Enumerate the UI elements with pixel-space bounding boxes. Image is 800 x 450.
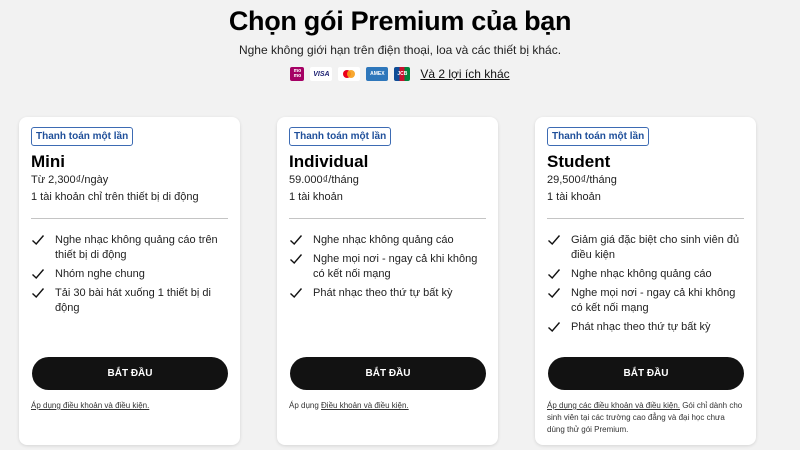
terms-text: Áp dụng các điều khoản và điều kiện. Gói… (547, 400, 744, 436)
feature-item: Nghe nhạc không quảng cáo trên thiết bị … (31, 233, 232, 263)
check-icon (31, 267, 47, 282)
payment-methods: mo mo VISA AMEX JCB Và 2 lợi ích khác (0, 67, 800, 81)
feature-list: Nghe nhạc không quảng cáo Nghe mọi nơi -… (289, 233, 490, 305)
terms-link[interactable]: Điều khoản và điều kiện. (321, 401, 409, 410)
payment-type-badge: Thanh toán một lần (289, 127, 392, 146)
start-button[interactable]: BẮT ĐẦU (548, 357, 744, 390)
plan-accounts: 1 tài khoản (289, 191, 343, 203)
amex-icon: AMEX (366, 67, 389, 81)
check-icon (547, 267, 563, 282)
feature-text: Tải 30 bài hát xuống 1 thiết bị di động (55, 287, 211, 314)
feature-item: Nghe mọi nơi - ngay cả khi không có kết … (289, 252, 490, 282)
payment-type-badge: Thanh toán một lần (31, 127, 134, 146)
more-benefits-link[interactable]: Và 2 lợi ích khác (420, 67, 509, 81)
plan-accounts: 1 tài khoản chỉ trên thiết bị di động (31, 191, 199, 203)
page-title: Chọn gói Premium của bạn (228, 6, 572, 36)
check-icon (289, 233, 305, 248)
check-icon (289, 252, 305, 267)
feature-text: Giảm giá đặc biệt cho sinh viên đủ điều … (571, 234, 740, 261)
plan-name: Mini (31, 152, 65, 171)
plan-name: Individual (289, 152, 369, 171)
divider (289, 218, 486, 219)
feature-item: Nghe mọi nơi - ngay cả khi không có kết … (547, 286, 748, 316)
feature-item: Tải 30 bài hát xuống 1 thiết bị di động (31, 286, 232, 316)
feature-text: Nghe nhạc không quảng cáo (571, 268, 712, 280)
feature-list: Nghe nhạc không quảng cáo trên thiết bị … (31, 233, 232, 320)
feature-list: Giảm giá đặc biệt cho sinh viên đủ điều … (547, 233, 748, 339)
start-button[interactable]: BẮT ĐẦU (32, 357, 228, 390)
terms-link[interactable]: Áp dụng các điều khoản và điều kiện. (547, 401, 680, 410)
visa-icon: VISA (310, 67, 333, 81)
check-icon (31, 233, 47, 248)
feature-text: Nhóm nghe chung (55, 268, 145, 280)
terms-link[interactable]: Áp dụng điều khoản và điều kiện. (31, 401, 149, 410)
feature-item: Nhóm nghe chung (31, 267, 232, 282)
payment-type-badge: Thanh toán một lần (547, 127, 650, 146)
feature-item: Phát nhạc theo thứ tự bất kỳ (547, 320, 748, 335)
page-subtitle: Nghe không giới hạn trên điện thoại, loa… (238, 43, 562, 57)
plan-card-mini: Thanh toán một lần Mini Từ 2,300₫/ngày 1… (19, 117, 240, 445)
feature-item: Nghe nhạc không quảng cáo (547, 267, 748, 282)
feature-text: Phát nhạc theo thứ tự bất kỳ (313, 287, 453, 299)
momo-icon: mo mo (290, 67, 305, 81)
start-button[interactable]: BẮT ĐẦU (290, 357, 486, 390)
plan-accounts: 1 tài khoản (547, 191, 601, 203)
feature-text: Nghe nhạc không quảng cáo trên thiết bị … (55, 234, 218, 261)
check-icon (547, 286, 563, 301)
plan-price: 29,500₫/tháng (547, 174, 617, 186)
feature-text: Phát nhạc theo thứ tự bất kỳ (571, 321, 711, 333)
feature-text: Nghe nhạc không quảng cáo (313, 234, 454, 246)
divider (31, 218, 228, 219)
check-icon (547, 320, 563, 335)
plan-card-student: Thanh toán một lần Student 29,500₫/tháng… (535, 117, 756, 445)
terms-prefix: Áp dụng (289, 401, 322, 410)
mastercard-icon (338, 67, 361, 81)
feature-item: Phát nhạc theo thứ tự bất kỳ (289, 286, 490, 301)
feature-text: Nghe mọi nơi - ngay cả khi không có kết … (313, 253, 478, 280)
check-icon (31, 286, 47, 301)
jcb-icon: JCB (394, 67, 411, 81)
terms-text: Áp dụng Điều khoản và điều kiện. (289, 400, 486, 412)
check-icon (289, 286, 305, 301)
divider (547, 218, 744, 219)
plan-price: Từ 2,300₫/ngày (31, 174, 109, 186)
feature-item: Nghe nhạc không quảng cáo (289, 233, 490, 248)
terms-text: Áp dụng điều khoản và điều kiện. (31, 400, 228, 412)
plan-price: 59.000₫/tháng (289, 174, 359, 186)
plan-card-individual: Thanh toán một lần Individual 59.000₫/th… (277, 117, 498, 445)
feature-text: Nghe mọi nơi - ngay cả khi không có kết … (571, 287, 736, 314)
plan-name: Student (547, 152, 611, 171)
check-icon (547, 233, 563, 248)
feature-item: Giảm giá đặc biệt cho sinh viên đủ điều … (547, 233, 748, 263)
